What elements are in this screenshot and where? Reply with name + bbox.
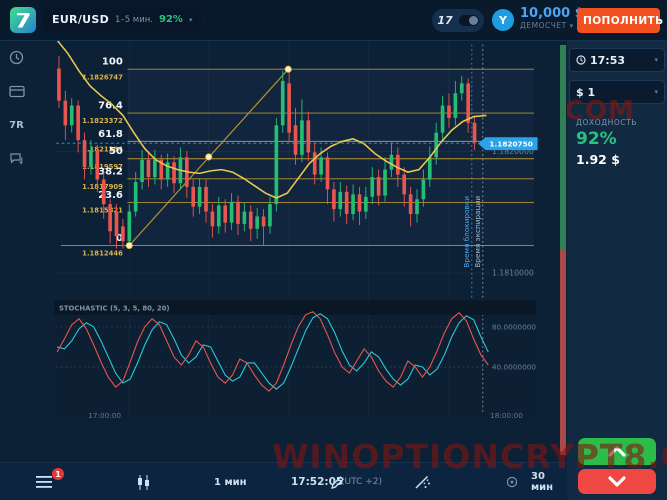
price-chart[interactable]: 1001.182674776.41.182337261.81.182128450… <box>0 40 560 462</box>
topbar: EUR/USD 1–5 мин. 92% ▾ 17 Y 10,000 $ ДЕМ… <box>0 0 667 41</box>
asset-pair-selector[interactable]: EUR/USD 1–5 мин. 92% ▾ <box>43 8 201 31</box>
chevron-down-icon: ▾ <box>189 16 193 24</box>
payout-value: 1.92 $ <box>576 152 667 167</box>
chat-icon <box>9 152 24 166</box>
app-logo-icon[interactable] <box>10 7 36 33</box>
demo-account-icon: Y <box>492 9 514 31</box>
call-button[interactable] <box>578 438 656 465</box>
sentiment-buyers <box>560 45 566 250</box>
chevron-down-icon <box>606 475 628 488</box>
svg-text:1.1820750: 1.1820750 <box>489 139 532 148</box>
svg-text:1.1812446: 1.1812446 <box>82 250 123 258</box>
account-type: ДЕМОСЧЕТ <box>520 21 567 30</box>
pair-symbol: EUR/USD <box>52 13 109 26</box>
expiry-duration[interactable]: 30 мин <box>531 463 567 500</box>
balance-amount: 10,000 $ <box>520 7 584 22</box>
chevron-up-icon <box>606 445 628 458</box>
expiry-icon <box>506 463 518 500</box>
sentiment-bar <box>560 45 566 455</box>
pair-timeframe: 1–5 мин. <box>115 15 153 25</box>
bottom-toolbar: 1 1 мин 17:52:05 (UTC +2) 30 мин <box>0 462 567 500</box>
account-menu[interactable]: 10,000 $ ДЕМОСЧЕТ ▾ <box>520 7 584 31</box>
hamburger-icon <box>36 476 52 488</box>
clock-icon <box>9 50 24 65</box>
trading-platform: EUR/USD 1–5 мин. 92% ▾ 17 Y 10,000 $ ДЕМ… <box>0 0 667 500</box>
indicators-icon <box>414 475 431 490</box>
sidebar-item-tournaments[interactable]: 7R <box>0 108 33 142</box>
chart-timeframe-button[interactable]: 1 мин <box>214 463 247 500</box>
wallet-icon <box>9 85 25 98</box>
pair-payout: 92% <box>159 14 183 25</box>
menu-button[interactable] <box>36 463 52 500</box>
notification-badge: 1 <box>52 468 64 480</box>
svg-text:40.0000000: 40.0000000 <box>492 363 536 372</box>
svg-text:38.2: 38.2 <box>98 166 123 177</box>
svg-text:18:00:00: 18:00:00 <box>490 411 523 420</box>
expiry-time-value: 17:53 <box>590 54 650 67</box>
svg-text:Время блокировки: Время блокировки <box>462 196 471 268</box>
pencil-icon <box>330 475 345 490</box>
sidebar-item-history[interactable] <box>0 40 33 74</box>
expiry-time-field[interactable]: 17:53 ▾ <box>569 48 665 72</box>
tradingview-toggle[interactable]: 17 <box>432 9 484 32</box>
svg-text:Время экспирации: Время экспирации <box>473 196 482 268</box>
deposit-button[interactable]: ПОПОЛНИТЬ <box>577 8 660 33</box>
svg-text:80.0000000: 80.0000000 <box>492 323 536 332</box>
tournaments-7r-icon: 7R <box>9 120 24 131</box>
sidebar-item-support[interactable] <box>0 142 33 176</box>
svg-text:STOCHASTIC (5, 3, 5, 80, 20): STOCHASTIC (5, 3, 5, 80, 20) <box>59 304 170 312</box>
put-button[interactable] <box>578 469 656 494</box>
sentiment-sellers <box>560 250 566 455</box>
sidebar-item-payments[interactable] <box>0 74 33 108</box>
clock-icon <box>576 55 586 65</box>
trade-panel: 17:53 ▾ $ 1 ▾ WINOPTIONCRYPT8.COM ДОХОДН… <box>567 40 667 500</box>
toggle-switch[interactable] <box>459 15 479 26</box>
svg-text:50: 50 <box>109 146 123 157</box>
chart-type-button[interactable] <box>136 463 152 500</box>
payout-percent: 92% <box>576 129 667 149</box>
svg-text:61.8: 61.8 <box>98 129 123 140</box>
chevron-down-icon: ▾ <box>570 22 574 30</box>
svg-text:17:00:00: 17:00:00 <box>88 411 121 420</box>
chevron-down-icon: ▾ <box>654 56 658 64</box>
svg-text:1.1810000: 1.1810000 <box>492 269 534 278</box>
tradingview-icon: 17 <box>437 14 452 27</box>
chevron-down-icon: ▾ <box>654 88 658 96</box>
svg-text:1.1826747: 1.1826747 <box>82 73 123 81</box>
indicators-button[interactable] <box>414 463 431 500</box>
svg-text:1.1823372: 1.1823372 <box>82 117 123 125</box>
left-sidebar: 7R <box>0 40 33 460</box>
svg-text:76.4: 76.4 <box>98 101 123 112</box>
candlestick-icon <box>136 475 152 490</box>
drawing-tools-button[interactable] <box>330 463 345 500</box>
payout-label: ДОХОДНОСТЬ <box>576 118 667 127</box>
amount-field[interactable]: $ 1 ▾ <box>569 80 665 104</box>
amount-value: $ 1 <box>576 86 650 99</box>
utc-offset: (UTC +2) <box>341 463 382 500</box>
svg-text:100: 100 <box>102 57 123 68</box>
